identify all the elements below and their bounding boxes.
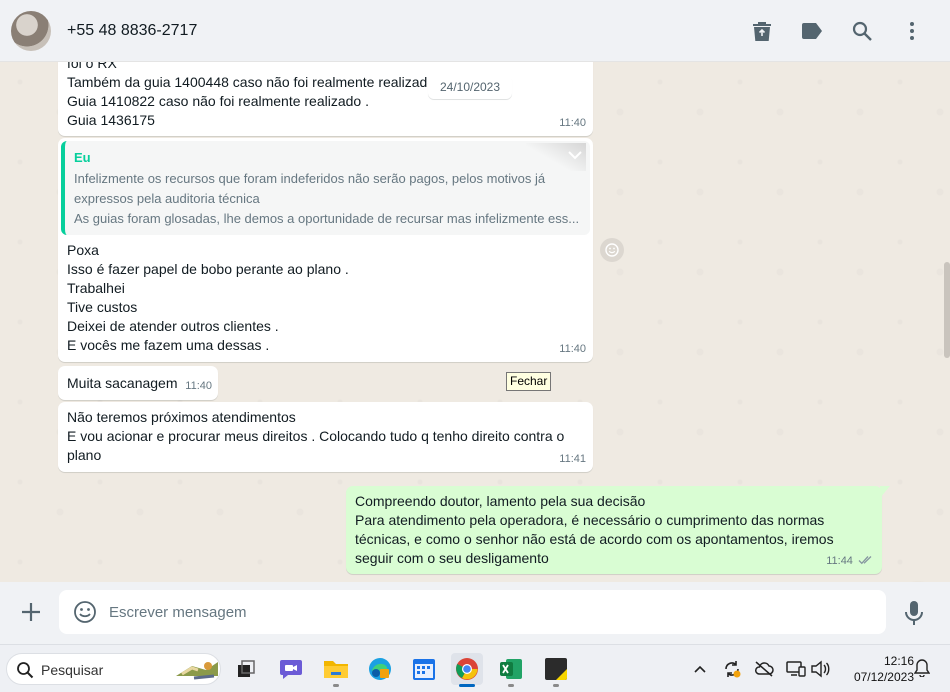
sync-icon[interactable] [722,659,742,679]
tooltip: Fechar [506,372,552,391]
double-check-icon [858,556,872,565]
message-time-value: 11:44 [826,555,853,567]
clock-date: 07/12/2023 [853,670,914,684]
network-icon[interactable] [786,659,806,679]
attach-button[interactable] [18,599,44,625]
plus-icon [22,603,40,621]
quote-line: Infelizmente os recursos que foram indef… [74,171,546,186]
search-highlight-art-icon [176,662,218,680]
message-text: Compreendo doutor, lamento pela sua deci… [355,493,834,566]
search-icon [17,662,34,679]
volume-icon[interactable] [810,659,830,679]
meet-icon[interactable] [275,653,307,685]
message-time: 11:40 [185,380,212,392]
chevron-down-icon[interactable] [526,143,586,171]
delete-icon[interactable] [750,19,774,43]
quote-line: As guias foram glosadas, lhe demos a opo… [74,211,580,226]
quote-line: expressos pela auditoria técnica [74,191,260,206]
message-incoming-reply[interactable]: Eu Infelizmente os recursos que foram in… [58,138,593,362]
search-label: Pesquisar [41,662,104,678]
message-text: Poxa Isso é fazer papel de bobo perante … [67,242,349,353]
quote-author: Eu [74,150,91,165]
running-indicator [459,684,475,687]
clock-time: 12:16 [883,654,914,668]
message-text: Não teremos próximos atendimentos E vou … [67,409,565,463]
running-indicator [508,684,514,687]
microphone-icon[interactable] [903,600,925,626]
calendar-icon[interactable] [408,653,440,685]
quote-text: Infelizmente os recursos que foram indef… [74,169,580,229]
chevron-up-icon[interactable] [690,659,710,679]
search-icon[interactable] [850,19,874,43]
message-outgoing[interactable]: Compreendo doutor, lamento pela sua deci… [346,486,890,574]
contact-name[interactable]: +55 48 8836-2717 [67,22,197,40]
windows-taskbar: Pesquisar 12:16 07/12/2023 [0,644,950,692]
menu-icon[interactable] [900,19,924,43]
taskbar-clock[interactable]: 12:16 07/12/2023 [838,653,914,685]
file-explorer-icon[interactable] [320,653,352,687]
chrome-icon[interactable] [451,653,483,687]
message-incoming[interactable]: Não teremos próximos atendimentos E vou … [58,402,593,472]
message-input[interactable] [109,590,869,634]
chat-scrollbar[interactable] [944,262,950,358]
edge-icon[interactable] [364,653,396,685]
message-time: 11:44 [826,552,874,571]
running-indicator [553,684,559,687]
task-view-icon[interactable] [230,653,262,685]
message-text: foi o RX Também da guia 1400448 caso não… [67,62,436,128]
chat-header: +55 48 8836-2717 [0,0,950,62]
bubble-tail [880,486,890,498]
chat-area[interactable]: foi o RX Também da guia 1400448 caso não… [0,62,950,582]
label-icon[interactable] [800,19,824,43]
excel-icon[interactable] [495,653,527,687]
message-time: 11:40 [559,343,586,355]
message-time: 11:40 [559,117,586,129]
running-indicator [333,684,339,687]
message-time: 11:41 [559,453,586,465]
notification-bell-icon[interactable] [913,659,932,679]
header-actions [750,19,924,43]
contact-avatar[interactable] [11,10,51,51]
sticky-notes-icon[interactable] [540,653,572,687]
emoji-icon[interactable] [73,600,97,624]
cloud-off-icon[interactable] [754,659,774,679]
date-divider: 24/10/2023 [428,75,512,99]
quoted-message[interactable]: Eu Infelizmente os recursos que foram in… [61,141,590,235]
message-composer [0,582,950,644]
emoji-reaction-icon[interactable] [600,238,624,262]
taskbar-search[interactable]: Pesquisar [6,653,221,685]
message-input-box[interactable] [59,590,886,634]
message-incoming[interactable]: foi o RX Também da guia 1400448 caso não… [58,62,593,136]
message-incoming[interactable]: Muita sacanagem 11:40 [58,366,218,400]
